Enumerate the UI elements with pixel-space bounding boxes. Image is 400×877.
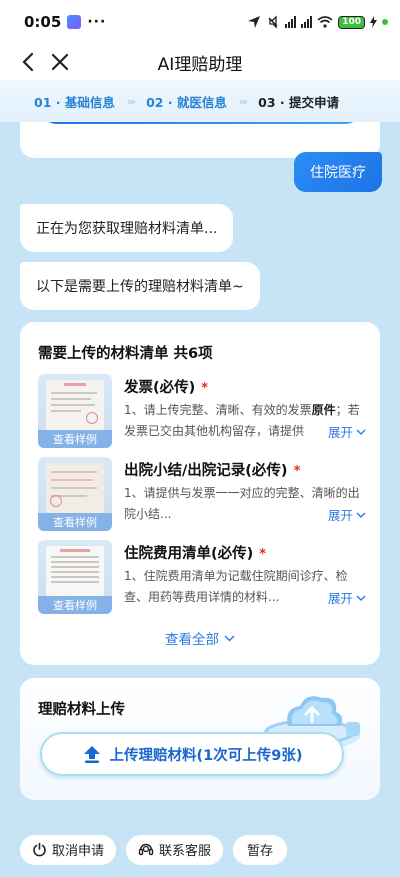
material-title-text: 出院小结/出院记录(必传): [124, 463, 288, 479]
page-title: AI理赔助理: [157, 55, 243, 75]
progress-steps: 01 · 基础信息 ››› 02 · 就医信息 ››› 03 · 提交申请: [0, 80, 400, 122]
bot-message-bubble: 正在为您获取理赔材料清单...: [20, 204, 234, 252]
wifi-icon: [317, 16, 333, 28]
upload-title: 理赔材料上传: [38, 702, 125, 718]
cancel-label: 取消申请: [52, 844, 105, 859]
material-title: 出院小结/出院记录(必传) *: [124, 459, 300, 480]
material-item-invoice: 查看样例 发票(必传) * 1、请上传完整、清晰、有效的发票原件；若发票已交由其他…: [38, 374, 366, 452]
view-all-button[interactable]: 查看全部: [20, 628, 380, 648]
materials-heading: 需要上传的材料清单 共6项: [38, 346, 213, 362]
expand-label: 展开: [327, 425, 353, 440]
sample-thumbnail[interactable]: 查看样例: [38, 374, 112, 448]
sample-thumbnail[interactable]: 查看样例: [38, 540, 112, 614]
headset-icon: [138, 843, 154, 856]
user-message-bubble: 住院医疗: [294, 152, 382, 192]
upload-arrow-icon: [83, 746, 100, 763]
expense-sample-image: [46, 546, 104, 596]
chevron-down-icon: [224, 635, 235, 642]
view-sample-label: 查看样例: [38, 430, 112, 448]
sample-thumbnail[interactable]: 查看样例: [38, 457, 112, 531]
service-label: 联系客服: [159, 844, 212, 859]
expand-label: 展开: [327, 591, 353, 606]
view-sample-label: 查看样例: [38, 513, 112, 531]
discharge-sample-image: [46, 463, 104, 513]
save-label: 暂存: [247, 844, 274, 859]
step-submit: 03 · 提交申请: [258, 94, 339, 110]
material-item-expense-list: 查看样例 住院费用清单(必传) * 1、住院费用清单为记载住院期间诊疗、检查、用药…: [38, 540, 366, 618]
chevron-down-icon: [356, 512, 366, 518]
required-mark: *: [259, 547, 267, 562]
step-medical-info: 02 · 就医信息: [146, 94, 227, 110]
location-icon: [248, 16, 261, 28]
material-title-text: 发票(必传): [124, 380, 196, 396]
step-separator-icon: ›››: [126, 94, 136, 108]
app-notification-icon: [67, 15, 82, 29]
expand-button[interactable]: 展开: [317, 505, 366, 524]
material-desc-text: 1、请上传完整、清晰、有效的发票: [124, 403, 312, 417]
chat-area: 住院医疗 正在为您获取理赔材料清单... 以下是需要上传的理赔材料清单~ 需要上…: [0, 122, 400, 822]
materials-card: 需要上传的材料清单 共6项 查看样例 发票(必传) * 1、请上传完整、清晰、有效…: [20, 322, 380, 665]
upload-materials-button[interactable]: 上传理赔材料(1次可上传9张): [40, 732, 344, 776]
cancel-application-button[interactable]: 取消申请: [20, 834, 117, 865]
previous-card-button[interactable]: [42, 122, 360, 124]
step-separator-icon: ›››: [238, 94, 248, 108]
expand-button[interactable]: 展开: [317, 422, 366, 441]
nav-bar: AI理赔助理: [0, 44, 400, 80]
charging-icon: [370, 16, 377, 28]
required-mark: *: [201, 381, 209, 396]
chevron-down-icon: [356, 429, 366, 435]
battery-icon: 100: [338, 15, 365, 29]
upload-button-label: 上传理赔材料(1次可上传9张): [109, 747, 303, 764]
signal-icon: [285, 16, 297, 28]
invoice-sample-image: [46, 380, 104, 430]
bottom-action-bar: 取消申请 联系客服 暂存: [0, 822, 400, 877]
power-icon: [33, 842, 46, 857]
status-time: 0:05: [24, 13, 62, 31]
material-title: 发票(必传) *: [124, 376, 208, 397]
charge-dot: [382, 19, 388, 25]
upload-card: 理赔材料上传 上传理赔材料(1次可上传9张): [20, 678, 380, 800]
more-notifications-icon: ···: [87, 14, 107, 30]
material-desc-bold: 原件: [311, 403, 336, 417]
status-bar: 0:05 ··· 100: [0, 0, 400, 44]
contact-service-button[interactable]: 联系客服: [126, 834, 224, 865]
step-basic-info: 01 · 基础信息: [34, 94, 115, 110]
mute-icon: [268, 15, 278, 29]
view-sample-label: 查看样例: [38, 596, 112, 614]
view-all-label: 查看全部: [165, 632, 219, 648]
save-draft-button[interactable]: 暂存: [233, 834, 288, 865]
expand-label: 展开: [327, 508, 353, 523]
bot-message-bubble: 以下是需要上传的理赔材料清单~: [20, 262, 260, 310]
expand-button[interactable]: 展开: [317, 588, 366, 607]
signal-icon-2: [301, 16, 313, 28]
material-item-discharge: 查看样例 出院小结/出院记录(必传) * 1、请提供与发票一一对应的完整、清晰的出…: [38, 457, 366, 535]
material-title: 住院费用清单(必传) *: [124, 542, 266, 563]
status-icons: 100: [247, 15, 388, 29]
material-title-text: 住院费用清单(必传): [124, 546, 254, 562]
chevron-down-icon: [356, 595, 366, 601]
required-mark: *: [293, 464, 301, 479]
